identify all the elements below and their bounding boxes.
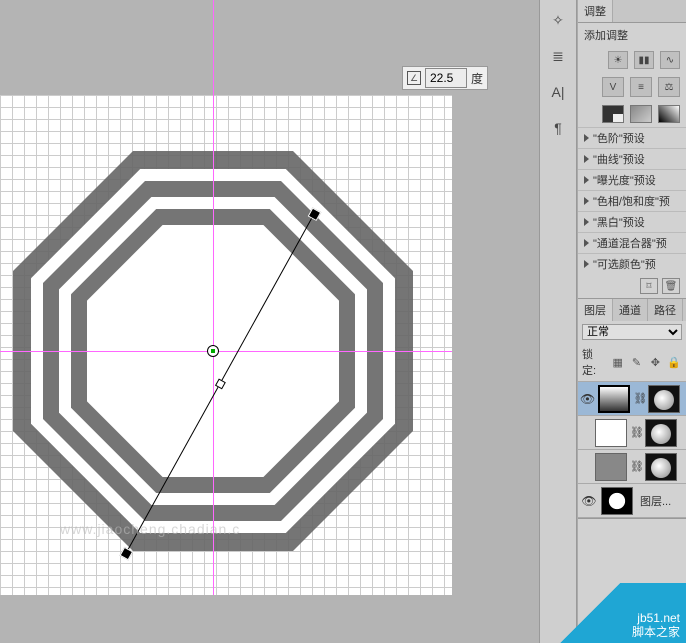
- gradient-map-icon[interactable]: [630, 105, 652, 123]
- chevron-right-icon: [584, 197, 589, 205]
- add-adjustments-label: 添加调整: [578, 23, 686, 47]
- link-icon: ⛓: [630, 426, 642, 439]
- chevron-right-icon: [584, 134, 589, 142]
- tab-layers[interactable]: 图层: [578, 299, 613, 321]
- layers-panel: 图层 通道 路径 正常 锁定: ▦ ✎ ✥ 🔒 👁 ⛓: [578, 299, 686, 519]
- adjustments-panel: 调整 添加调整 ☀ ▮▮ ∿ V ≡ ⚖ "色阶"预设 "曲线"预设 "曝光: [578, 0, 686, 299]
- chevron-right-icon: [584, 239, 589, 247]
- adjustments-tabs: 调整: [578, 0, 686, 23]
- list-icon[interactable]: ≣: [544, 42, 572, 70]
- transform-pivot[interactable]: [207, 345, 219, 357]
- visibility-icon[interactable]: 👁: [580, 494, 598, 508]
- transform-angle-box: ∠ 度: [402, 66, 488, 90]
- layer-mask-thumb[interactable]: [645, 453, 677, 481]
- panels-column: 调整 添加调整 ☀ ▮▮ ∿ V ≡ ⚖ "色阶"预设 "曲线"预设 "曝光: [577, 0, 686, 643]
- preset-label: "色相/饱和度"预: [593, 193, 670, 209]
- preset-row[interactable]: "色相/饱和度"预: [578, 190, 686, 211]
- adjustments-footer: ⌑ 🗑: [578, 274, 686, 298]
- lock-label: 锁定:: [582, 346, 607, 378]
- bulb-icon[interactable]: ✧: [544, 6, 572, 34]
- preset-row[interactable]: "色阶"预设: [578, 127, 686, 148]
- tab-adjustments[interactable]: 调整: [578, 0, 613, 22]
- curves-icon[interactable]: ∿: [660, 51, 680, 69]
- trash-icon[interactable]: 🗑: [662, 278, 680, 294]
- layers-list: 👁 ⛓ ⛓ ⛓: [578, 382, 686, 518]
- angle-icon: ∠: [407, 71, 421, 85]
- layer-row[interactable]: ⛓: [578, 416, 686, 450]
- chevron-right-icon: [584, 260, 589, 268]
- preset-label: "曲线"预设: [593, 151, 645, 167]
- chevron-right-icon: [584, 218, 589, 226]
- preset-row[interactable]: "可选颜色"预: [578, 253, 686, 274]
- layer-row[interactable]: 👁 ⛓: [578, 382, 686, 416]
- tab-paths[interactable]: 路径: [648, 299, 683, 321]
- preset-row[interactable]: "黑白"预设: [578, 211, 686, 232]
- adjustments-icon-row-1: ☀ ▮▮ ∿: [578, 47, 686, 73]
- lock-position-icon[interactable]: ✥: [647, 354, 663, 370]
- visibility-icon[interactable]: 👁: [580, 392, 595, 406]
- posterize-icon[interactable]: [602, 105, 624, 123]
- layer-row[interactable]: ⛓: [578, 450, 686, 484]
- dock-icon-strip: ✧ ≣ A| ¶: [539, 0, 577, 643]
- layer-thumb[interactable]: [601, 487, 633, 515]
- color-balance-icon[interactable]: ⚖: [658, 77, 680, 97]
- threshold-icon[interactable]: [658, 105, 680, 123]
- preset-row[interactable]: "曝光度"预设: [578, 169, 686, 190]
- layer-mask-thumb[interactable]: [645, 419, 677, 447]
- link-icon: ⛓: [630, 460, 642, 473]
- canvas-content: [0, 95, 452, 595]
- layers-mode-row: 正常: [578, 321, 686, 343]
- preset-label: "可选颜色"预: [593, 256, 656, 272]
- blend-mode-select[interactable]: 正常: [582, 324, 682, 340]
- layer-thumb[interactable]: [595, 419, 627, 447]
- document-canvas[interactable]: www.jiaocheng.chadian.c: [0, 95, 452, 595]
- layer-mask-thumb[interactable]: [648, 385, 680, 413]
- preset-label: "色阶"预设: [593, 130, 645, 146]
- levels-icon[interactable]: ▮▮: [634, 51, 654, 69]
- tab-channels[interactable]: 通道: [613, 299, 648, 321]
- layers-tabs: 图层 通道 路径: [578, 299, 686, 321]
- layer-row[interactable]: 👁 图层...: [578, 484, 686, 518]
- chevron-right-icon: [584, 155, 589, 163]
- layers-lock-row: 锁定: ▦ ✎ ✥ 🔒: [578, 343, 686, 382]
- vibrance-icon[interactable]: V: [602, 77, 624, 97]
- lock-pixels-icon[interactable]: ✎: [629, 354, 645, 370]
- lock-all-icon[interactable]: 🔒: [666, 354, 682, 370]
- preset-label: "黑白"预设: [593, 214, 645, 230]
- preset-label: "通道混合器"预: [593, 235, 667, 251]
- angle-unit-label: 度: [471, 70, 483, 87]
- chevron-right-icon: [584, 176, 589, 184]
- preset-label: "曝光度"预设: [593, 172, 656, 188]
- link-icon: ⛓: [633, 392, 645, 405]
- clip-icon[interactable]: ⌑: [640, 278, 658, 294]
- lock-transparency-icon[interactable]: ▦: [610, 354, 626, 370]
- preset-list: "色阶"预设 "曲线"预设 "曝光度"预设 "色相/饱和度"预 "黑白"预设 "…: [578, 127, 686, 274]
- layer-thumb[interactable]: [595, 453, 627, 481]
- paragraph-icon[interactable]: ¶: [544, 114, 572, 142]
- adjustments-icon-row-2: V ≡ ⚖: [578, 73, 686, 101]
- hue-sat-icon[interactable]: ≡: [630, 77, 652, 97]
- guide-vertical: [213, 0, 214, 595]
- text-icon[interactable]: A|: [544, 78, 572, 106]
- layer-thumb[interactable]: [598, 385, 630, 413]
- brightness-contrast-icon[interactable]: ☀: [608, 51, 628, 69]
- preset-row[interactable]: "曲线"预设: [578, 148, 686, 169]
- angle-input[interactable]: [425, 68, 467, 88]
- right-dock: ✧ ≣ A| ¶ 调整 添加调整 ☀ ▮▮ ∿ V ≡ ⚖: [539, 0, 686, 643]
- layer-name: 图层...: [636, 493, 684, 509]
- preset-row[interactable]: "通道混合器"预: [578, 232, 686, 253]
- adjustments-swatch-row: [578, 101, 686, 127]
- guide-horizontal: [0, 351, 452, 352]
